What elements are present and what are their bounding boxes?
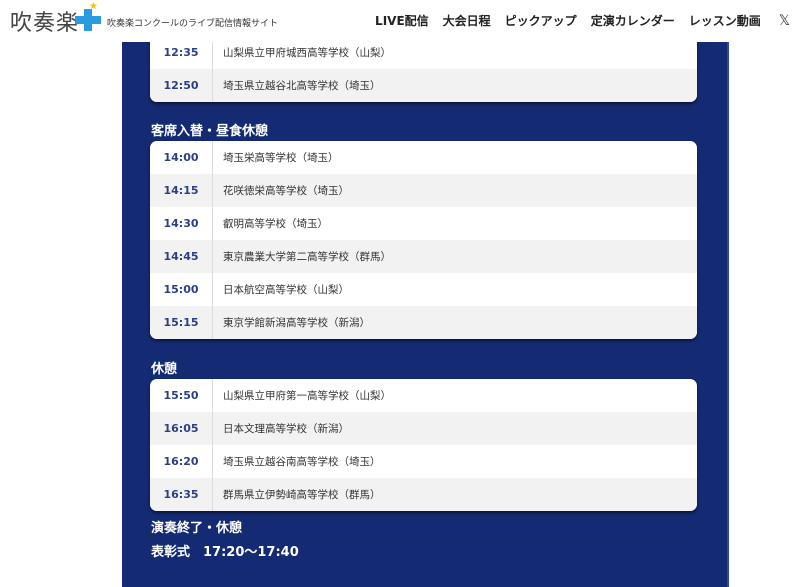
performance-time: 14:45 bbox=[150, 240, 213, 273]
schedule-card-2: 14:00 埼玉栄高等学校（埼玉） 14:15 花咲徳栄高等学校（埼玉） 14:… bbox=[150, 141, 697, 339]
nav-lessons[interactable]: レッスン動画 bbox=[689, 12, 761, 29]
performance-time: 12:50 bbox=[150, 69, 213, 102]
break-heading: 休憩 bbox=[151, 362, 178, 377]
x-icon[interactable]: 𝕏 bbox=[779, 13, 790, 29]
school-name: 埼玉栄高等学校（埼玉） bbox=[223, 152, 339, 164]
logo-plus-icon: ★ bbox=[75, 1, 102, 33]
performance-time: 15:50 bbox=[150, 379, 213, 412]
panel-divider bbox=[727, 42, 729, 587]
site-tagline: 吹奏楽コンクールのライブ配信情報サイト bbox=[107, 18, 279, 29]
table-row: 14:00 埼玉栄高等学校（埼玉） bbox=[150, 141, 697, 174]
schedule-card-3: 15:50 山梨県立甲府第一高等学校（山梨） 16:05 日本文理高等学校（新潟… bbox=[150, 379, 697, 511]
nav-calendar[interactable]: 定演カレンダー bbox=[591, 12, 675, 29]
school-name: 埼玉県立越谷北高等学校（埼玉） bbox=[223, 80, 381, 92]
school-name: 叡明高等学校（埼玉） bbox=[223, 218, 328, 230]
performance-time: 14:00 bbox=[150, 141, 213, 174]
table-row: 14:15 花咲徳栄高等学校（埼玉） bbox=[150, 174, 697, 207]
nav-live[interactable]: LIVE配信 bbox=[375, 12, 429, 29]
site-logo[interactable]: 吹奏楽 ★ 吹奏楽コンクールのライブ配信情報サイト bbox=[10, 1, 279, 36]
table-row: 15:00 日本航空高等学校（山梨） bbox=[150, 273, 697, 306]
table-row: 14:30 叡明高等学校（埼玉） bbox=[150, 207, 697, 240]
school-name: 東京学館新潟高等学校（新潟） bbox=[223, 317, 370, 329]
school-name: 山梨県立甲府城西高等学校（山梨） bbox=[223, 47, 391, 59]
table-row: 12:50 埼玉県立越谷北高等学校（埼玉） bbox=[150, 69, 697, 102]
performance-time: 16:05 bbox=[150, 412, 213, 445]
table-row: 16:20 埼玉県立越谷南高等学校（埼玉） bbox=[150, 445, 697, 478]
performance-time: 15:00 bbox=[150, 273, 213, 306]
nav-schedule[interactable]: 大会日程 bbox=[443, 12, 491, 29]
school-name: 日本航空高等学校（山梨） bbox=[223, 284, 349, 296]
performance-time: 14:30 bbox=[150, 207, 213, 240]
performance-time: 16:20 bbox=[150, 445, 213, 478]
main-nav: LIVE配信 大会日程 ピックアップ 定演カレンダー レッスン動画 𝕏 bbox=[375, 12, 800, 29]
performance-time: 16:35 bbox=[150, 478, 213, 511]
table-row: 14:45 東京農業大学第二高等学校（群馬） bbox=[150, 240, 697, 273]
school-name: 花咲徳栄高等学校（埼玉） bbox=[223, 185, 349, 197]
table-row: 15:15 東京学館新潟高等学校（新潟） bbox=[150, 306, 697, 339]
award-ceremony-heading: 表彰式 17:20〜17:40 bbox=[151, 545, 299, 560]
school-name: 東京農業大学第二高等学校（群馬） bbox=[223, 251, 391, 263]
end-heading: 演奏終了・休憩 bbox=[151, 521, 243, 536]
table-row: 15:50 山梨県立甲府第一高等学校（山梨） bbox=[150, 379, 697, 412]
performance-time: 14:15 bbox=[150, 174, 213, 207]
nav-pickup[interactable]: ピックアップ bbox=[505, 12, 577, 29]
site-header: 吹奏楽 ★ 吹奏楽コンクールのライブ配信情報サイト LIVE配信 大会日程 ピッ… bbox=[0, 0, 800, 42]
school-name: 埼玉県立越谷南高等学校（埼玉） bbox=[223, 456, 381, 468]
school-name: 群馬県立伊勢崎高等学校（群馬） bbox=[223, 489, 381, 501]
schedule-card-1: 12:35 山梨県立甲府城西高等学校（山梨） 12:50 埼玉県立越谷北高等学校… bbox=[150, 36, 697, 102]
table-row: 16:05 日本文理高等学校（新潟） bbox=[150, 412, 697, 445]
school-name: 山梨県立甲府第一高等学校（山梨） bbox=[223, 390, 391, 402]
table-row: 16:35 群馬県立伊勢崎高等学校（群馬） bbox=[150, 478, 697, 511]
logo-text: 吹奏楽 bbox=[10, 11, 80, 36]
performance-time: 15:15 bbox=[150, 306, 213, 339]
break-heading-lunch: 客席入替・昼食休憩 bbox=[151, 124, 269, 139]
school-name: 日本文理高等学校（新潟） bbox=[223, 423, 349, 435]
